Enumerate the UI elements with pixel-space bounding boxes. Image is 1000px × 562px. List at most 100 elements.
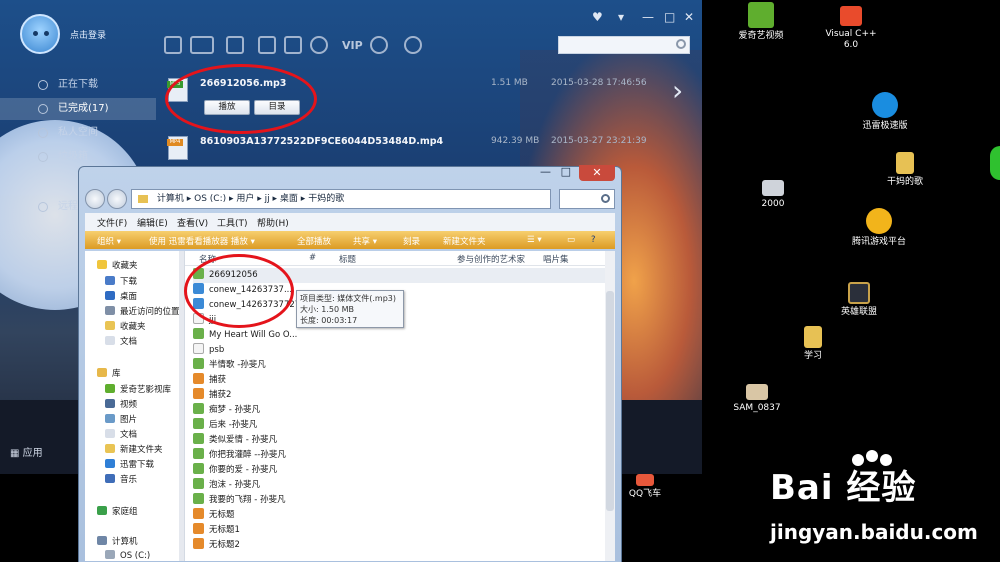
file-row[interactable]: 泡沫 - 孙斐凡 (193, 478, 443, 493)
column-header-name[interactable]: 名称 (199, 253, 216, 265)
tencent-games-desktop-icon[interactable]: 腾讯游戏平台 (840, 208, 918, 248)
iqiyi-desktop-icon[interactable]: 爱奇艺视频 (722, 2, 800, 42)
lol-desktop-icon[interactable]: 英雄联盟 (820, 282, 898, 318)
nav-item[interactable]: 收藏夹 (105, 320, 146, 332)
nav-homegroup[interactable]: 家庭组 (97, 505, 138, 517)
file-row[interactable]: 后来 -孙斐凡 (193, 418, 443, 433)
column-header-artist[interactable]: 参与创作的艺术家 (457, 253, 525, 265)
nav-libraries[interactable]: 库 (97, 367, 121, 379)
nav-item[interactable]: 视频 (105, 398, 137, 410)
nav-computer[interactable]: 计算机 (97, 535, 138, 547)
column-header-title[interactable]: 标题 (339, 253, 356, 265)
skin-icon[interactable]: ♥ (592, 10, 603, 24)
apps-button[interactable]: ▦ 应用 (10, 444, 43, 459)
file-row[interactable]: 类似爱情 - 孙斐凡 (193, 433, 443, 448)
nav-item[interactable]: 音乐 (105, 473, 137, 485)
preview-pane-icon[interactable]: ▭ (567, 235, 575, 245)
task-row[interactable]: MP3 266912056.mp3 1.51 MB 2015-03-28 17:… (156, 70, 702, 130)
file-row[interactable]: 捕获 (193, 373, 443, 388)
file-row[interactable]: 半情歌 -孙斐凡 (193, 358, 443, 373)
play-with-button[interactable]: 使用 迅雷看看播放器 播放 ▾ (149, 235, 255, 247)
play-button[interactable]: 播放 (204, 100, 250, 115)
file-row[interactable]: 无标题2 (193, 538, 443, 553)
breadcrumb-item[interactable]: OS (C:) (194, 194, 226, 204)
explorer-search-input[interactable] (559, 189, 615, 209)
sidebar-item-trash[interactable]: 垃圾箱 (0, 146, 156, 168)
file-row[interactable]: 你把我灌醉 --孙斐凡 (193, 448, 443, 463)
vip-icon[interactable]: VIP (342, 39, 363, 52)
photo-desktop-icon[interactable]: SAM_0837 (718, 384, 796, 414)
sidebar-item-downloading[interactable]: 正在下载 (0, 74, 156, 96)
address-bar[interactable]: 计算机 ▸ OS (C:) ▸ 用户 ▸ jj ▸ 桌面 ▸ 干妈的歌 (131, 189, 551, 209)
open-folder-button[interactable]: 目录 (254, 100, 300, 115)
nav-item[interactable]: 新建文件夹 (105, 443, 163, 455)
chevron-right-icon[interactable]: › (672, 77, 688, 105)
share-button[interactable]: 共享 ▾ (353, 235, 377, 247)
folder-desktop-icon[interactable]: 干妈的歌 (866, 152, 944, 188)
floating-widget[interactable] (990, 146, 1000, 180)
file-row[interactable]: 我要的飞翔 - 孙斐凡 (193, 493, 443, 508)
menu-view[interactable]: 查看(V) (177, 216, 208, 229)
close-icon[interactable]: ✕ (684, 10, 694, 24)
list-icon[interactable] (226, 36, 244, 54)
new-task-icon[interactable] (164, 36, 182, 54)
file-row[interactable]: My Heart Will Go O... (193, 328, 443, 343)
scrollbar-thumb[interactable] (606, 291, 614, 511)
breadcrumb-item[interactable]: 计算机 (157, 194, 184, 204)
forward-button[interactable] (107, 189, 127, 209)
document-icon[interactable] (258, 36, 276, 54)
organize-button[interactable]: 组织 ▾ (97, 235, 121, 247)
file-row[interactable]: 捕获2 (193, 388, 443, 403)
menu-tools[interactable]: 工具(T) (217, 216, 248, 229)
vc6-desktop-icon[interactable]: Visual C++ 6.0 (812, 6, 890, 51)
sidebar-item-completed[interactable]: 已完成(17) (0, 98, 156, 120)
breadcrumb-item[interactable]: jj (265, 194, 270, 204)
maximize-icon[interactable]: □ (561, 165, 571, 178)
nav-item[interactable]: 最近访问的位置 (105, 305, 180, 317)
breadcrumb-item[interactable]: 用户 (236, 194, 254, 204)
column-header-album[interactable]: 唱片集 (543, 253, 569, 265)
nav-item[interactable]: 爱奇艺影视库 (105, 383, 171, 395)
2000-desktop-icon[interactable]: 2000 (734, 180, 812, 210)
nav-item[interactable]: 文档 (105, 335, 137, 347)
file-row[interactable]: psb (193, 343, 443, 358)
gear-icon[interactable] (310, 36, 328, 54)
sidebar-item-private[interactable]: 私人空间 (0, 122, 156, 144)
menu-help[interactable]: 帮助(H) (257, 216, 289, 229)
play-all-button[interactable]: 全部播放 (297, 235, 331, 247)
breadcrumb-item[interactable]: 干妈的歌 (308, 194, 344, 204)
maximize-icon[interactable]: □ (664, 10, 675, 24)
burn-button[interactable]: 刻录 (403, 235, 420, 247)
nav-item[interactable]: OS (C:) (105, 550, 150, 561)
file-row[interactable]: 无标题1 (193, 523, 443, 538)
nav-item[interactable]: 桌面 (105, 290, 137, 302)
nav-item[interactable]: 文档 (105, 428, 137, 440)
close-icon[interactable]: ✕ (579, 165, 615, 181)
column-header-number[interactable]: # (309, 253, 316, 263)
bell-icon[interactable] (404, 36, 422, 54)
study-folder-desktop-icon[interactable]: 学习 (774, 326, 852, 362)
minimize-icon[interactable]: — (642, 10, 654, 24)
file-row[interactable]: 你要的爱 - 孙斐凡 (193, 463, 443, 478)
minimize-icon[interactable]: — (540, 165, 551, 178)
shield-icon[interactable] (370, 36, 388, 54)
file-row[interactable]: 266912056 (193, 268, 605, 283)
view-options-icon[interactable]: ☰ ▾ (527, 235, 542, 245)
file-row[interactable]: 无标题 (193, 508, 443, 523)
login-link[interactable]: 点击登录 (70, 28, 106, 41)
xunlei-desktop-icon[interactable]: 迅雷极速版 (846, 92, 924, 132)
new-folder-button[interactable]: 新建文件夹 (443, 235, 486, 247)
breadcrumb-item[interactable]: 桌面 (280, 194, 298, 204)
menu-edit[interactable]: 编辑(E) (137, 216, 168, 229)
nav-item[interactable]: 图片 (105, 413, 137, 425)
avatar[interactable] (20, 14, 60, 54)
menu-file[interactable]: 文件(F) (97, 216, 127, 229)
xunlei-search-input[interactable] (558, 36, 690, 54)
grid-icon[interactable] (284, 36, 302, 54)
menu-icon[interactable]: ▾ (618, 10, 624, 24)
nav-favorites[interactable]: 收藏夹 (97, 259, 138, 271)
file-row[interactable]: 痴梦 - 孙斐凡 (193, 403, 443, 418)
back-button[interactable] (85, 189, 105, 209)
help-icon[interactable]: ? (591, 235, 596, 245)
nav-item[interactable]: 迅雷下载 (105, 458, 154, 470)
